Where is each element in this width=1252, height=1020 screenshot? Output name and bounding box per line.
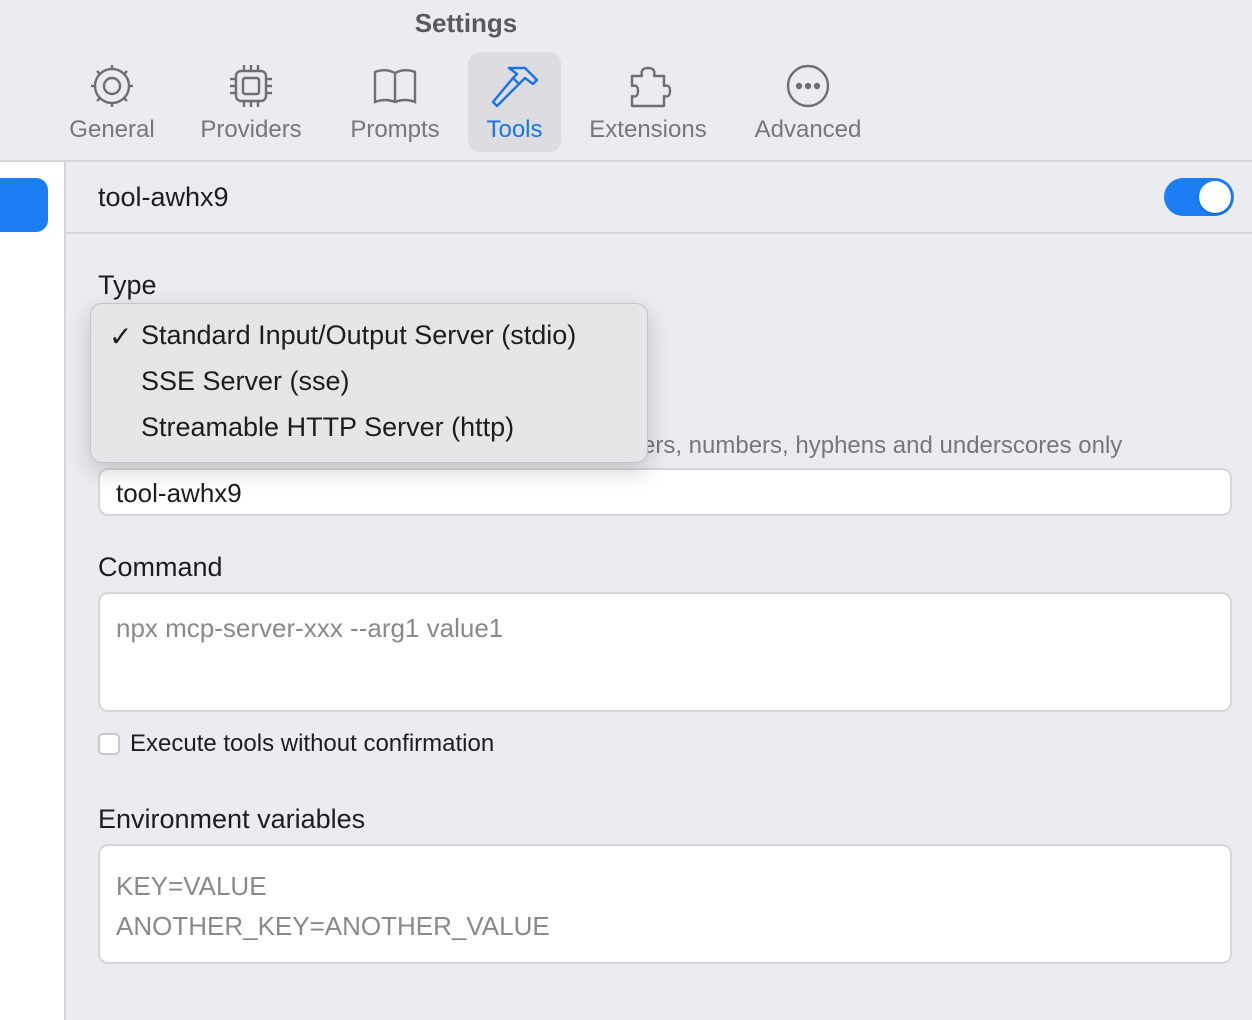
tools-sidebar [0, 162, 66, 1020]
tool-name-title: tool-awhx9 [98, 182, 229, 212]
tab-prompts-label: Prompts [350, 116, 440, 143]
type-dropdown-menu: ✓ Standard Input/Output Server (stdio) S… [90, 303, 648, 463]
type-label: Type [98, 270, 157, 300]
type-option-sse[interactable]: SSE Server (sse) [91, 362, 647, 408]
toggle-knob [1199, 181, 1231, 213]
command-label: Command [98, 552, 223, 582]
tab-prompts[interactable]: Prompts [340, 52, 450, 152]
type-option-stdio[interactable]: ✓ Standard Input/Output Server (stdio) [91, 316, 647, 362]
sidebar-item-selected[interactable] [0, 178, 48, 232]
hammer-icon [491, 66, 538, 108]
tab-general[interactable]: General [62, 52, 162, 152]
tab-extensions[interactable]: Extensions [578, 52, 718, 152]
tool-enabled-toggle[interactable] [1164, 178, 1234, 216]
tool-header: tool-awhx9 [66, 162, 1252, 234]
tab-general-label: General [69, 116, 155, 143]
window-title: Settings [414, 8, 518, 38]
auto-execute-label: Execute tools without confirmation [130, 730, 495, 757]
settings-toolbar: Settings General Providers Prompts Tools… [0, 0, 1252, 162]
book-icon [373, 69, 417, 104]
type-option-label: SSE Server (sse) [141, 366, 350, 396]
env-label: Environment variables [98, 804, 366, 834]
tab-extensions-label: Extensions [589, 116, 707, 143]
tab-tools-label: Tools [486, 116, 543, 143]
command-input[interactable]: npx mcp-server-xxx --arg1 value1 [98, 592, 1232, 712]
tab-advanced-label: Advanced [754, 116, 862, 143]
puzzle-icon [630, 66, 672, 108]
name-input[interactable]: tool-awhx9 [98, 468, 1232, 516]
type-option-label: Standard Input/Output Server (stdio) [141, 320, 577, 350]
type-option-label: Streamable HTTP Server (http) [141, 412, 515, 442]
env-input[interactable]: KEY=VALUE ANOTHER_KEY=ANOTHER_VALUE [98, 844, 1232, 964]
auto-execute-row[interactable]: Execute tools without confirmation [98, 730, 494, 758]
type-option-http[interactable]: Streamable HTTP Server (http) [91, 408, 647, 454]
tab-providers-label: Providers [200, 116, 302, 143]
tab-advanced[interactable]: Advanced [746, 52, 870, 152]
ellipsis-circle-icon [786, 64, 830, 108]
checkmark-icon: ✓ [109, 321, 133, 352]
tab-providers[interactable]: Providers [192, 52, 310, 152]
tool-detail-panel: tool-awhx9 Type ers, numbers, hyphens an… [66, 162, 1252, 1020]
auto-execute-checkbox[interactable] [98, 733, 120, 755]
gear-icon [91, 65, 133, 107]
tab-tools[interactable]: Tools [468, 52, 561, 152]
chip-icon [230, 65, 272, 107]
name-hint: ers, numbers, hyphens and underscores on… [642, 432, 1123, 459]
